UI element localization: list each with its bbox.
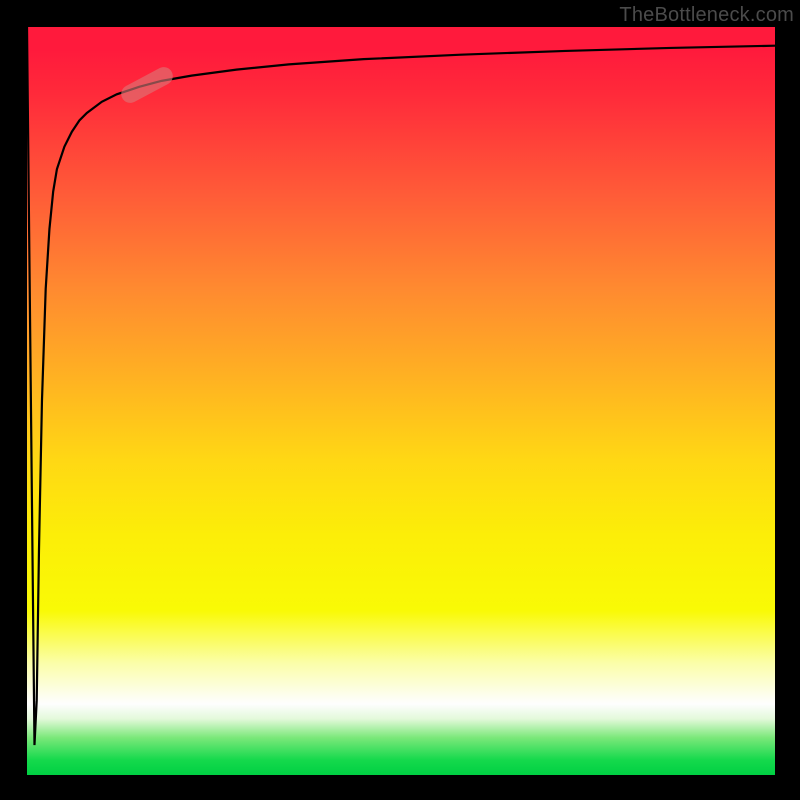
chart-frame: TheBottleneck.com	[0, 0, 800, 800]
chart-gradient-background	[27, 27, 775, 775]
watermark-text: TheBottleneck.com	[619, 4, 794, 27]
